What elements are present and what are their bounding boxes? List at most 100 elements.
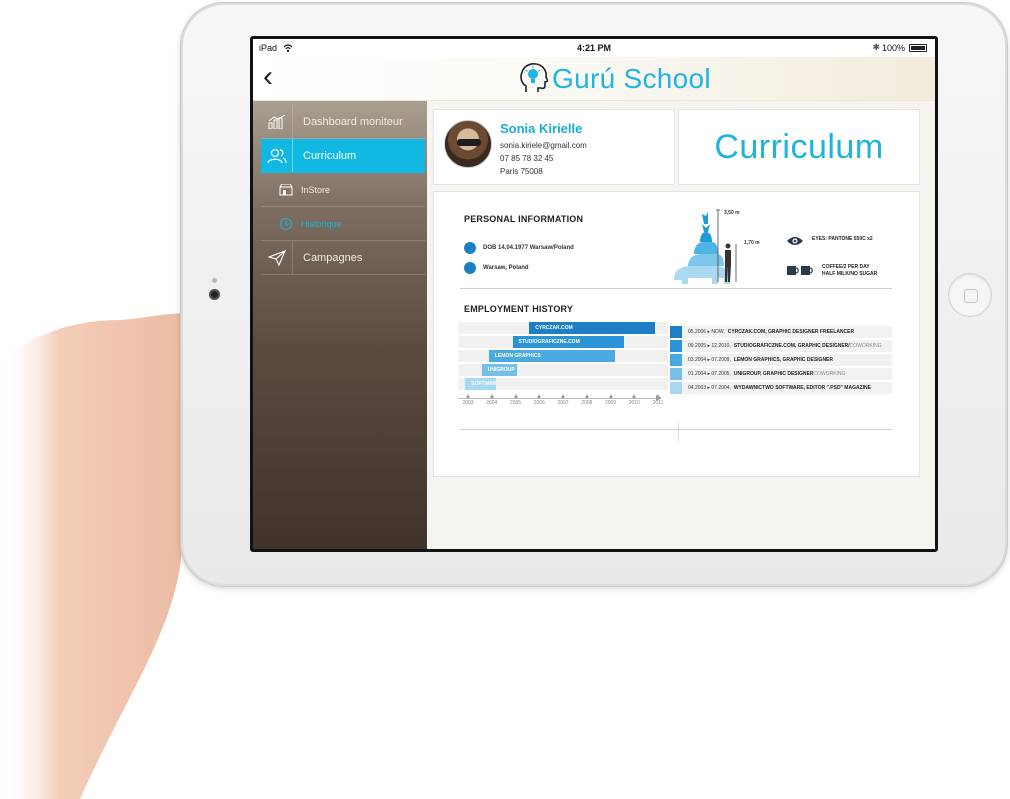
timeline-bar: UNIGROUP — [481, 364, 518, 376]
sidebar-item-label: InStore — [301, 184, 331, 195]
height-person-label: 1,70 m — [744, 240, 760, 246]
coffee-text-1: COFFEE/2 PER DAY — [822, 264, 870, 270]
home-button[interactable] — [948, 273, 992, 317]
employment-swatch — [670, 354, 682, 366]
profile-card: Sonia Kirielle sonia.kiriele@gmail.com 0… — [433, 109, 675, 185]
nav-bar: ‹ Gurú School — [253, 57, 935, 101]
back-button[interactable]: ‹ — [263, 62, 287, 93]
sidebar-item-curriculum[interactable]: Curriculum — [261, 139, 425, 173]
timeline-year-label: 2008 — [581, 400, 593, 406]
employment-heading: EMPLOYMENT HISTORY — [464, 304, 574, 314]
address-text: Warsaw, Poland — [483, 265, 529, 271]
person-icon — [464, 242, 476, 254]
timeline-year-label: 2004 — [486, 400, 498, 406]
store-icon — [277, 173, 295, 206]
app-title: Gurú School — [552, 63, 711, 94]
coffee-trait: COFFEE/2 PER DAY HALF MILK/NO SUGAR — [786, 264, 877, 278]
dob-row: DOB 14.04.1977 Warsaw/Poland — [464, 242, 574, 254]
dob-text: DOB 14.04.1977 Warsaw/Poland — [483, 245, 574, 251]
timeline-tick — [584, 394, 589, 398]
title-card: Curriculum — [678, 109, 920, 185]
chart-icon — [261, 105, 293, 138]
clock-icon — [277, 207, 295, 240]
head-bulb-logo-icon — [520, 63, 548, 92]
timeline-tick — [608, 394, 613, 398]
eye-icon — [787, 237, 803, 245]
height-scale-icon — [716, 209, 737, 282]
sidebar-item-label: Dashboard moniteur — [303, 115, 403, 128]
timeline-year-label: 2006 — [533, 400, 545, 406]
sidebar-item-label: Historique — [301, 218, 342, 229]
profile-name: Sonia Kirielle — [500, 121, 583, 136]
employment-entry: 01.2004 ▸ 07.2005, UNIGROUP, GRAPHIC DESI… — [670, 368, 892, 380]
employment-title: STUDIOGRAFICZNE.COM, GRAPHIC DESIGNER/ — [733, 343, 850, 349]
employment-extra: COWORKING — [849, 343, 882, 349]
employment-period: 09.2005 ▸ 12.2010, — [688, 343, 731, 349]
employment-entry: 05.2006 ▸ NOW, CYRCZAK.COM, GRAPHIC DESIG… — [670, 326, 892, 338]
home-icon — [464, 262, 476, 274]
sidebar-subitem-historique[interactable]: Historique — [261, 207, 425, 241]
avatar — [444, 120, 492, 168]
status-time: 4:21 PM — [576, 43, 611, 53]
sidebar-item-dashboard[interactable]: Dashboard moniteur — [261, 105, 425, 139]
employment-title: CYRCZAK.COM, GRAPHIC DESIGNER FREELANCER — [727, 329, 855, 335]
sidebar-subitem-instore[interactable]: InStore — [261, 173, 425, 207]
employment-title: LEMON GRAPHICS, GRAPHIC DESIGNER — [733, 357, 834, 363]
timeline-bar: SOFTWARE — [465, 378, 496, 390]
employment-period: 03.2004 ▸ 07.2009, — [688, 357, 731, 363]
employment-period: 05.2006 ▸ NOW, — [688, 329, 725, 335]
employment-extra: COWORKING — [813, 371, 846, 377]
status-bar: iPad 4:21 PM ✱ 100% — [253, 39, 935, 57]
device-screen: iPad 4:21 PM ✱ 100% ‹ Gurú School Dashbo… — [250, 36, 938, 552]
timeline-tick — [466, 394, 470, 398]
timeline-year-label: 2005 — [509, 400, 522, 406]
timeline-tick — [656, 394, 660, 398]
timeline-tick — [537, 394, 542, 398]
employment-timeline: CYRCZAK.COM STUDIOGRAFICZNE.COM LEMON GRAP… — [458, 322, 668, 414]
employment-swatch — [670, 382, 682, 394]
sidebar-item-campagnes[interactable]: Campagnes — [261, 241, 425, 275]
timeline-tick — [513, 394, 518, 398]
employment-swatch — [670, 326, 682, 338]
timeline-tick — [489, 394, 494, 398]
section-divider — [460, 429, 892, 430]
employment-entry: 09.2005 ▸ 12.2010, STUDIOGRAFICZNE.COM, G… — [670, 340, 892, 352]
employment-swatch — [670, 340, 682, 352]
timeline-axis — [458, 398, 658, 399]
battery-icon — [909, 44, 927, 52]
timeline-year-label: 2011 — [652, 400, 664, 406]
battery-percent: 100% — [881, 43, 905, 53]
timeline-year-label: 2003 — [462, 400, 474, 406]
profile-phone: 07 85 78 32 45 — [500, 154, 554, 163]
profile-city: Paris 75008 — [500, 167, 543, 176]
employment-swatch — [670, 368, 682, 380]
coffee-cups-icon — [787, 266, 813, 275]
employment-list: 05.2006 ▸ NOW, CYRCZAK.COM, GRAPHIC DESIG… — [670, 326, 892, 396]
timeline-bar: STUDIOGRAFICZNE.COM — [512, 336, 625, 348]
column-divider — [678, 422, 679, 442]
employment-entry: 03.2004 ▸ 07.2009, LEMON GRAPHICS, GRAPHI… — [670, 354, 892, 366]
employment-period: 01.2004 ▸ 07.2005, — [688, 371, 731, 377]
eyes-trait: EYES: PANTONE 550C x2 — [786, 236, 873, 246]
timeline-year-label: 2007 — [557, 400, 569, 406]
employment-title: UNIGROUP, GRAPHIC DESIGNER — [733, 371, 814, 377]
main-content: Sonia Kirielle sonia.kiriele@gmail.com 0… — [427, 101, 935, 549]
address-row: Warsaw, Poland — [464, 262, 529, 274]
employment-period: 04.2003 ▸ 07.2004, — [688, 385, 731, 391]
page-title: Curriculum — [714, 127, 884, 166]
brand: Gurú School — [518, 61, 711, 97]
bluetooth-icon: ✱ — [872, 42, 880, 52]
timeline-bar: CYRCZAK.COM — [529, 322, 656, 334]
eyes-text: EYES: PANTONE 550C x2 — [812, 236, 873, 242]
timeline-year-label: 2010 — [628, 400, 640, 406]
profile-email: sonia.kiriele@gmail.com — [500, 141, 587, 150]
timeline-tick — [561, 394, 565, 398]
sidebar-item-label: Campagnes — [303, 251, 363, 264]
timeline-tick — [632, 394, 637, 398]
section-divider — [460, 288, 892, 289]
users-icon — [261, 139, 293, 172]
send-icon — [261, 241, 293, 274]
camera-icon — [209, 289, 220, 300]
height-max-label: 3,50 m — [724, 210, 740, 216]
employment-title: WYDAWNICTWO SOFTWARE, EDITOR ".PSD" MAGA… — [733, 385, 871, 391]
